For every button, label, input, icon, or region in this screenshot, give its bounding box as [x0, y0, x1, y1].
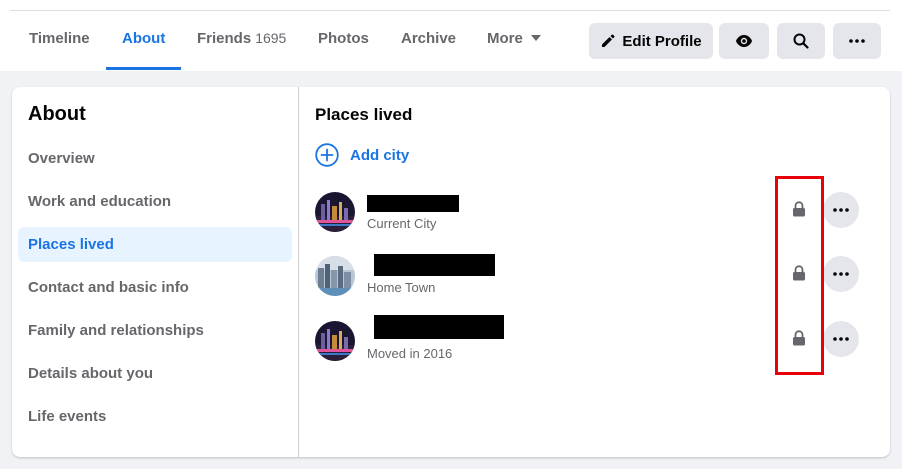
city-day-skyline-image [315, 256, 355, 296]
nav-divider [10, 10, 890, 11]
eye-icon [736, 35, 752, 47]
sidebar-item-contact-and-basic-info[interactable]: Contact and basic info [18, 270, 292, 305]
more-horizontal-icon [849, 39, 865, 43]
sidebar-item-label: Work and education [28, 193, 172, 210]
view-as-button[interactable] [719, 23, 769, 59]
tab-timeline-label: Timeline [29, 30, 90, 47]
places-lived-title: Places lived [315, 105, 413, 124]
caret-down-icon [530, 35, 541, 41]
place-options-button[interactable] [823, 192, 859, 228]
redacted-place-name [374, 254, 495, 276]
active-tab-indicator [106, 67, 181, 70]
sidebar-item-family-and-relationships[interactable]: Family and relationships [18, 313, 292, 348]
more-horizontal-icon [833, 272, 849, 276]
add-city-label: Add city [350, 146, 410, 164]
tab-timeline[interactable]: Timeline [29, 30, 90, 47]
tab-friends-label: Friends [197, 30, 252, 47]
redacted-place-name [367, 195, 459, 212]
place-options-button[interactable] [823, 321, 859, 357]
sidebar-item-details-about-you[interactable]: Details about you [18, 356, 292, 391]
profile-nav-bar: Timeline About Friends 1695 Photos Archiv… [0, 0, 902, 71]
sidebar-item-label: Family and relationships [28, 322, 204, 339]
edit-profile-label: Edit Profile [622, 32, 702, 50]
search-button[interactable] [777, 23, 825, 59]
more-horizontal-icon [833, 337, 849, 341]
add-city-button[interactable]: Add city [315, 143, 409, 167]
more-options-button[interactable] [833, 23, 881, 59]
pencil-icon [602, 34, 615, 47]
tab-photos-label: Photos [318, 30, 369, 47]
city-thumbnail[interactable] [315, 321, 355, 361]
sidebar-item-label: Contact and basic info [28, 279, 189, 296]
tab-more-label: More [487, 30, 523, 47]
tab-about[interactable]: About [122, 30, 165, 47]
city-night-skyline-image [315, 192, 355, 232]
sidebar-item-places-lived[interactable]: Places lived [18, 227, 292, 262]
city-thumbnail[interactable] [315, 256, 355, 296]
sidebar-divider [298, 87, 299, 457]
redacted-place-name [374, 315, 504, 339]
tab-photos[interactable]: Photos [318, 30, 369, 47]
about-card: About Overview Work and education Places… [12, 87, 890, 457]
tab-more[interactable]: More [487, 30, 541, 47]
sidebar-item-label: Details about you [28, 365, 154, 382]
sidebar-item-life-events[interactable]: Life events [18, 399, 292, 434]
sidebar-item-work-and-education[interactable]: Work and education [18, 184, 292, 219]
annotation-highlight-box [775, 176, 824, 375]
friends-count: 1695 [255, 30, 287, 46]
place-subtitle: Current City [367, 216, 437, 231]
tab-friends[interactable]: Friends 1695 [197, 30, 286, 47]
search-icon [793, 33, 809, 49]
tab-archive-label: Archive [401, 30, 457, 47]
place-subtitle: Home Town [367, 280, 436, 295]
sidebar-item-overview[interactable]: Overview [18, 141, 292, 176]
more-horizontal-icon [833, 208, 849, 212]
city-thumbnail[interactable] [315, 192, 355, 232]
city-night-skyline-image [315, 321, 355, 361]
place-subtitle: Moved in 2016 [367, 346, 453, 361]
tab-about-label: About [122, 30, 166, 47]
place-options-button[interactable] [823, 256, 859, 292]
sidebar-item-label: Life events [28, 408, 107, 425]
add-circle-icon [315, 143, 339, 167]
about-title: About [28, 103, 86, 125]
sidebar-item-label: Places lived [28, 236, 114, 253]
sidebar-item-label: Overview [28, 150, 95, 167]
edit-profile-button[interactable]: Edit Profile [589, 23, 713, 59]
tab-archive[interactable]: Archive [401, 30, 456, 47]
